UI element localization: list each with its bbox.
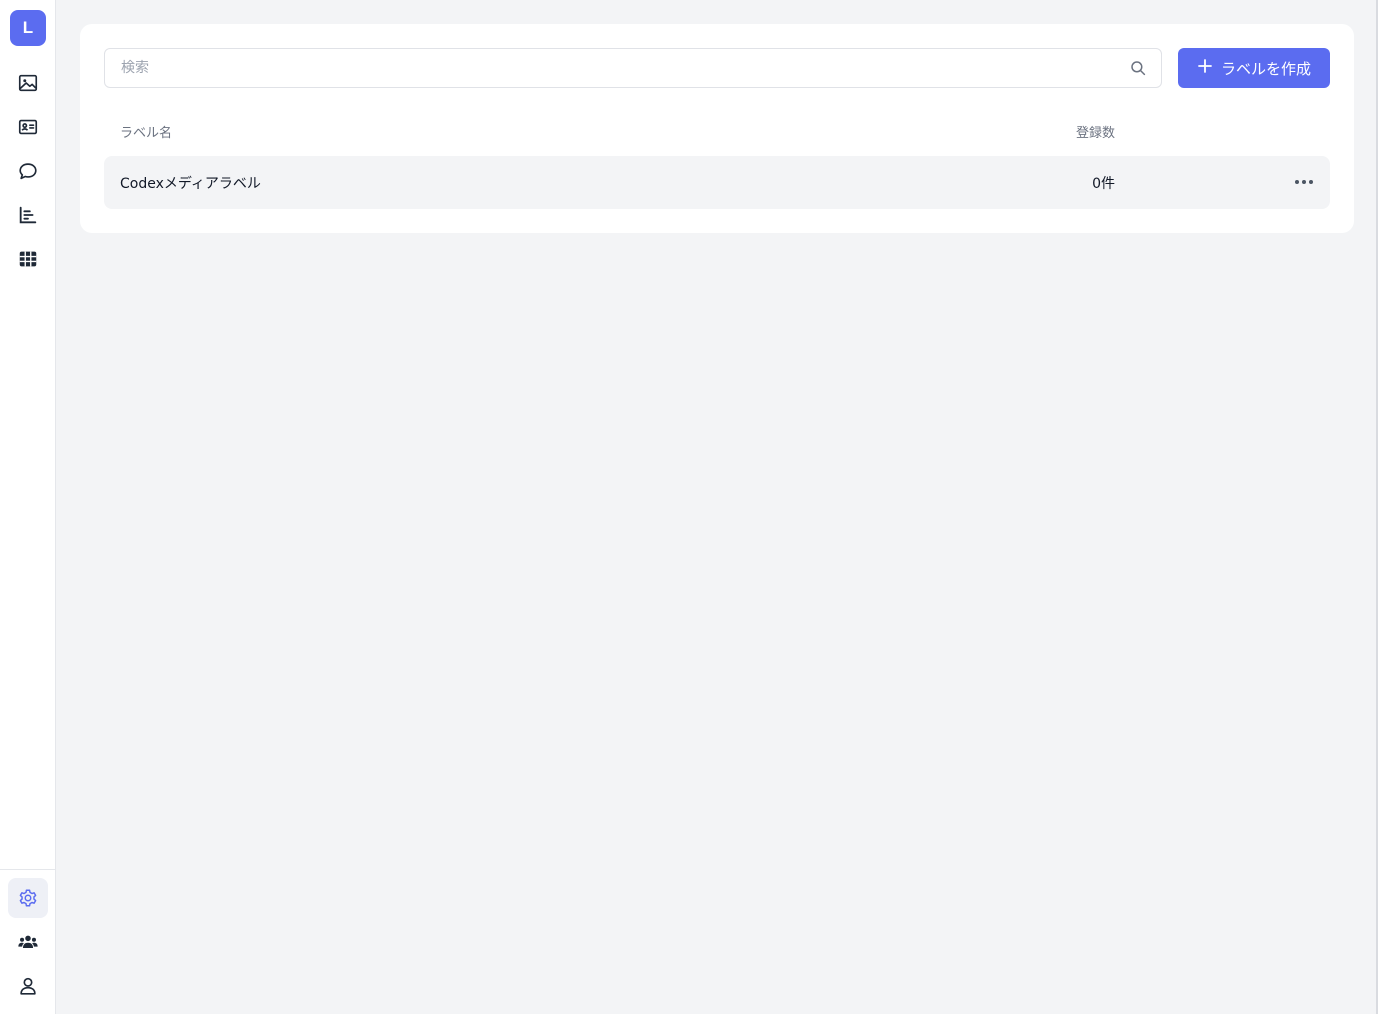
table-grid-icon [17,248,39,270]
settings-gear-icon [17,887,39,909]
labels-panel: ラベルを作成 ラベル名 登録数 Codexメディアラベル 0件 [80,24,1354,233]
image-icon [17,72,39,94]
row-more-menu-icon[interactable] [1290,170,1318,194]
id-card-icon [17,116,39,138]
sidebar-item-analytics[interactable] [8,195,48,235]
column-header-label-name: ラベル名 [120,126,173,141]
user-profile-icon [17,975,39,997]
bar-chart-icon [17,204,39,226]
table-row[interactable]: Codexメディアラベル 0件 [104,156,1330,209]
sidebar: L [0,0,56,1014]
sidebar-item-profile[interactable] [8,966,48,1006]
create-label-text: ラベルを作成 [1220,59,1311,78]
sidebar-item-media[interactable] [8,63,48,103]
sidebar-item-table[interactable] [8,239,48,279]
search-box [104,48,1162,88]
sidebar-divider [0,869,55,870]
search-input[interactable] [105,49,1115,87]
label-count-cell: 0件 [1092,176,1115,192]
create-label-button[interactable]: ラベルを作成 [1178,48,1330,88]
column-header-count: 登録数 [1075,126,1115,141]
sidebar-item-contacts[interactable] [8,107,48,147]
search-icon[interactable] [1129,59,1147,77]
label-name-cell: Codexメディアラベル [120,176,261,192]
sidebar-item-settings[interactable] [8,878,48,918]
team-users-icon [17,931,39,953]
chat-bubble-icon [17,160,39,182]
sidebar-item-team[interactable] [8,922,48,962]
plus-icon [1197,58,1213,78]
app-root: L 検索 ラベルを作成 ラベル名 登録数 Codexメディアラベル 0件 [0,0,1378,1014]
workspace-logo[interactable]: L [10,10,46,46]
sidebar-item-chat[interactable] [8,151,48,191]
